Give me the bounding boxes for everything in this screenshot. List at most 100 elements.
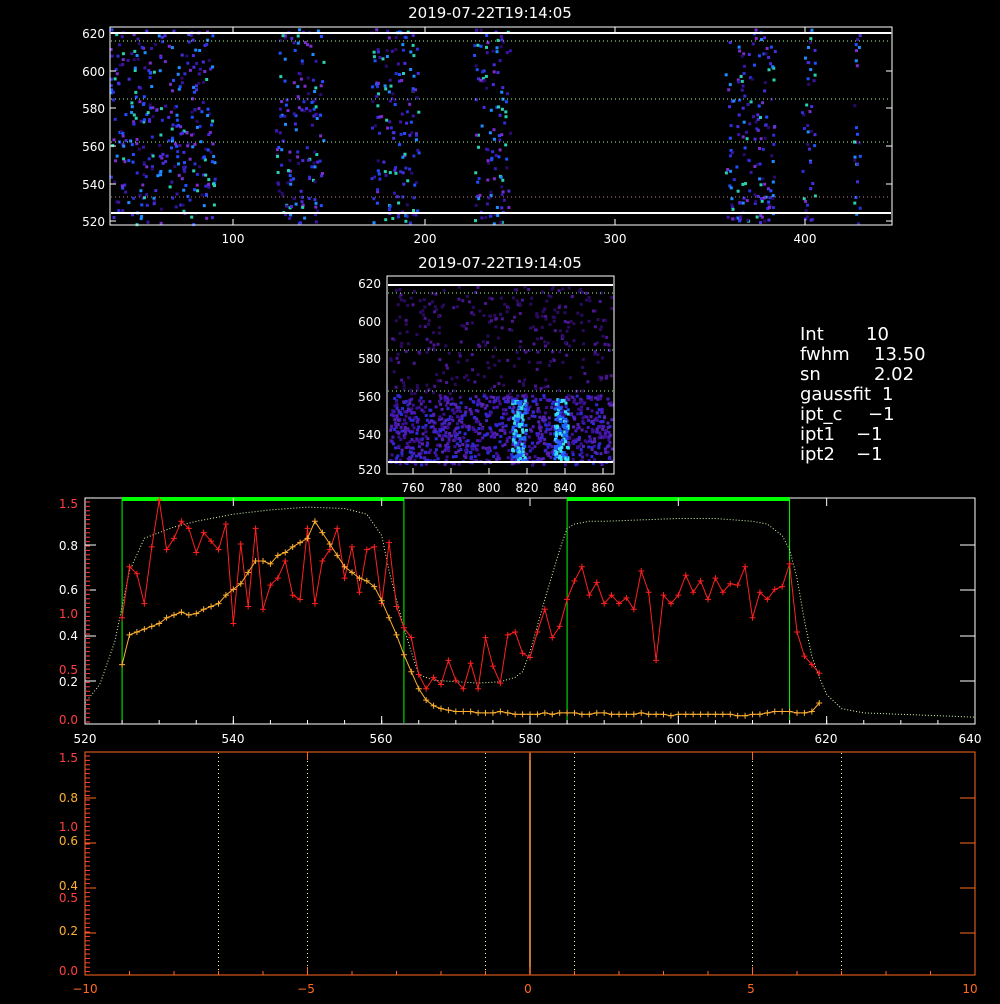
speckle-pixel (500, 193, 504, 197)
speckle-pixel (440, 428, 444, 432)
bottom-y-label-red: 1.0 (59, 820, 78, 834)
speckle-pixel (739, 75, 743, 78)
speckle-pixel (553, 308, 557, 312)
speckle-pixel (195, 125, 199, 129)
speckle-pixel (853, 155, 857, 159)
red-data-point (794, 629, 800, 635)
speckle-pixel (419, 396, 423, 400)
speckle-pixel (478, 309, 482, 313)
speckle-pixel (807, 147, 811, 151)
speckle-pixel (206, 148, 210, 152)
speckle-pixel (169, 110, 173, 114)
speckle-pixel (127, 77, 131, 81)
bright-line-pixel (521, 436, 525, 440)
speckle-pixel (200, 193, 204, 197)
speckle-pixel (205, 78, 209, 81)
speckle-pixel (744, 182, 747, 186)
speckle-pixel (536, 315, 540, 319)
orange-data-point (638, 709, 645, 716)
orange-data-point (208, 603, 215, 610)
speckle-pixel (581, 329, 585, 333)
speckle-pixel (858, 206, 862, 210)
speckle-pixel (599, 433, 603, 437)
speckle-pixel (582, 444, 585, 448)
speckle-pixel (404, 219, 408, 223)
speckle-pixel (507, 306, 511, 310)
speckle-pixel (464, 327, 468, 331)
speckle-pixel (417, 350, 421, 354)
speckle-pixel (740, 54, 744, 58)
bright-line-pixel (521, 430, 525, 434)
speckle-pixel (442, 303, 445, 307)
speckle-pixel (417, 425, 421, 429)
bright-line-pixel (524, 428, 528, 432)
speckle-pixel (127, 159, 131, 163)
speckle-pixel (544, 344, 547, 348)
speckle-pixel (395, 416, 399, 420)
speckle-pixel (312, 161, 316, 165)
speckle-pixel (767, 55, 771, 59)
speckle-pixel (416, 386, 420, 390)
speckle-pixel (593, 450, 597, 454)
param-gaussfit-label: gaussfit (800, 384, 871, 405)
speckle-pixel (143, 66, 147, 70)
speckle-pixel (278, 51, 282, 55)
speckle-pixel (402, 384, 406, 388)
speckle-pixel (540, 436, 544, 439)
speckle-pixel (759, 183, 763, 187)
bottom-y-label-white: 0.2 (59, 924, 78, 938)
speckle-pixel (527, 288, 531, 291)
speckle-pixel (159, 133, 163, 137)
speckle-pixel (408, 133, 412, 137)
red-data-point (237, 541, 244, 547)
red-data-point (304, 525, 311, 532)
speckle-pixel (726, 168, 730, 171)
speckle-pixel (198, 67, 202, 71)
speckle-pixel (548, 323, 552, 326)
speckle-pixel (808, 110, 812, 114)
profile-y-label-red: 1.5 (59, 497, 78, 511)
speckle-pixel (436, 342, 440, 346)
speckle-pixel (447, 351, 451, 355)
speckle-pixel (771, 180, 775, 184)
speckle-pixel (297, 71, 301, 75)
speckle-pixel (536, 407, 540, 410)
orange-data-point (193, 610, 200, 617)
speckle-pixel (546, 341, 550, 345)
speckle-pixel (283, 57, 287, 61)
speckle-pixel (413, 392, 417, 396)
speckle-pixel (587, 395, 591, 399)
speckle-pixel (448, 392, 452, 396)
red-data-point (445, 657, 452, 664)
speckle-pixel (855, 49, 858, 53)
speckle-pixel (551, 287, 554, 291)
speckle-pixel (472, 400, 476, 404)
speckle-pixel (408, 409, 412, 413)
speckle-pixel (596, 318, 600, 321)
red-data-point (705, 596, 711, 603)
speckle-pixel (428, 408, 432, 412)
speckle-pixel (572, 400, 576, 404)
speckle-pixel (810, 28, 814, 32)
speckle-pixel (550, 402, 554, 406)
speckle-pixel (548, 421, 551, 425)
speckle-pixel (207, 182, 211, 186)
red-data-point (356, 589, 363, 596)
speckle-pixel (112, 216, 116, 220)
orange-data-point (400, 651, 407, 658)
speckle-pixel (197, 165, 201, 169)
speckle-pixel (410, 397, 414, 401)
speckle-pixel (571, 458, 575, 462)
speckle-pixel (151, 165, 154, 169)
speckle-pixel (112, 138, 116, 142)
speckle-pixel (759, 197, 763, 200)
speckle-pixel (491, 355, 495, 359)
speckle-pixel (423, 305, 427, 309)
orange-data-point (297, 539, 304, 546)
speckle-pixel (763, 89, 767, 93)
speckle-pixel (486, 178, 490, 182)
red-data-point (349, 543, 355, 550)
speckle-pixel (537, 436, 541, 440)
red-data-point (289, 592, 296, 599)
red-data-point (682, 572, 689, 579)
